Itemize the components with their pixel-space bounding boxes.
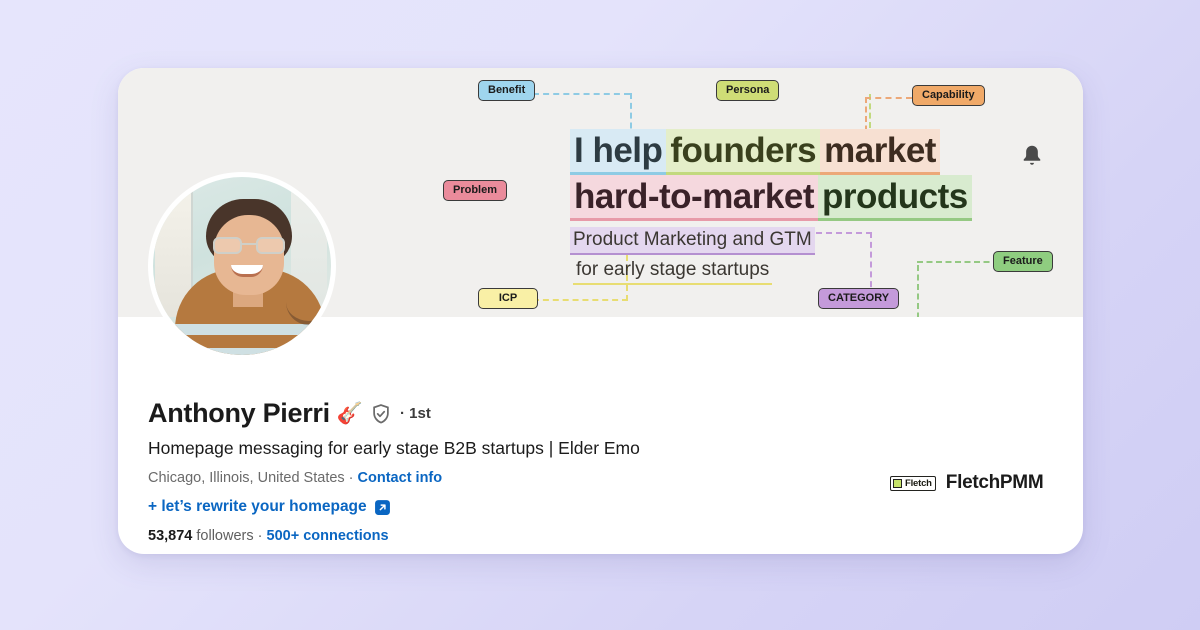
verified-shield-icon	[370, 403, 392, 425]
headline-line-1: I help founders market	[570, 129, 1040, 175]
profile-stats: 53,874 followers · 500+ connections	[148, 528, 868, 544]
external-link-icon[interactable]	[374, 499, 391, 516]
badge-category[interactable]: CATEGORY	[818, 288, 900, 309]
location-row: Chicago, Illinois, United States · Conta…	[148, 470, 868, 486]
profile-location: Chicago, Illinois, United States	[148, 470, 345, 486]
headline-segment-capability: market	[820, 129, 940, 175]
badge-problem[interactable]: Problem	[443, 180, 508, 201]
bell-icon[interactable]	[1019, 142, 1045, 170]
rewrite-homepage-link[interactable]: + let’s rewrite your homepage	[148, 498, 367, 516]
badge-feature[interactable]: Feature	[993, 251, 1053, 272]
connection-degree: · 1st	[399, 405, 431, 422]
banner-headline: I help founders market hard-to-market produ…	[570, 129, 1040, 285]
avatar-glasses	[211, 237, 287, 254]
headline-segment-benefit: I help	[570, 129, 667, 175]
fletch-logo-square	[893, 478, 902, 488]
banner-subline: Product Marketing and GTM for early stag…	[570, 227, 1040, 285]
badge-icp[interactable]: ICP	[478, 288, 538, 309]
connector-icp-h	[533, 299, 628, 301]
headline-segment-persona: founders	[666, 129, 821, 175]
headline-segment-feature: products	[817, 175, 972, 221]
headline-segment-problem: hard-to-market	[570, 175, 818, 221]
subline-category: Product Marketing and GTM	[570, 227, 815, 255]
fletch-logo-icon: Fletch	[890, 475, 936, 491]
name-row: Anthony Pierri 🎸 · 1st	[148, 398, 868, 429]
avatar[interactable]	[148, 172, 336, 360]
company-name: FletchPMM	[945, 472, 1044, 493]
avatar-shirt-stripe	[175, 348, 325, 355]
contact-info-link[interactable]: Contact info	[358, 470, 443, 486]
profile-headline: Homepage messaging for early stage B2B s…	[148, 438, 640, 458]
profile-info: Anthony Pierri 🎸 · 1st Homepage messagin…	[148, 398, 868, 544]
avatar-photo	[153, 177, 331, 355]
avatar-shirt-stripe	[175, 324, 325, 335]
connector-benefit-h	[533, 93, 630, 95]
connector-capability-h	[865, 97, 912, 99]
guitar-icon: 🎸	[336, 402, 363, 425]
badge-capability[interactable]: Capability	[912, 85, 985, 106]
connections-link[interactable]: 500+ connections	[267, 528, 389, 544]
profile-name: Anthony Pierri	[148, 398, 330, 428]
badge-persona[interactable]: Persona	[716, 80, 780, 101]
rewrite-homepage-row[interactable]: + let’s rewrite your homepage	[148, 498, 868, 516]
followers-label: followers	[196, 528, 254, 544]
followers-count: 53,874	[148, 528, 193, 544]
avatar-face	[214, 215, 331, 325]
badge-benefit[interactable]: Benefit	[478, 80, 536, 101]
headline-line-2: hard-to-market products	[570, 175, 1040, 221]
current-company[interactable]: Fletch FletchPMM	[890, 472, 1044, 494]
profile-card: I help founders market hard-to-market produ…	[118, 68, 1083, 554]
location-separator: ·	[344, 470, 358, 486]
stats-separator: ·	[253, 528, 267, 544]
subline-icp: for early stage startups	[573, 257, 773, 285]
fletch-logo-wordmark: Fletch	[905, 477, 932, 489]
